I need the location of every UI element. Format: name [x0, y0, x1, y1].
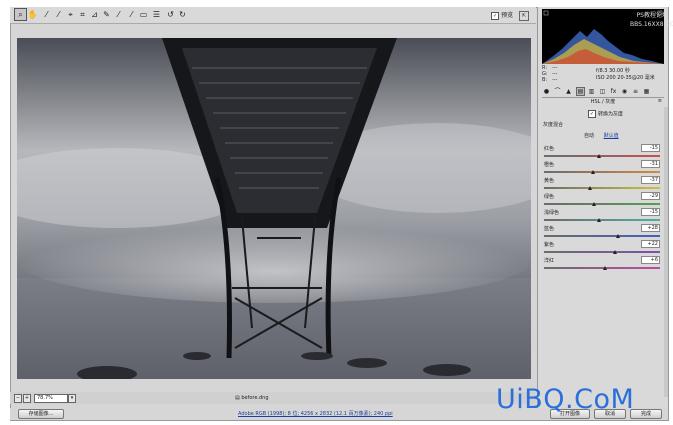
slider-value-input[interactable]: -15 [641, 144, 660, 152]
zoom-out-button[interactable]: − [14, 394, 22, 403]
zoom-in-button[interactable]: + [23, 394, 31, 403]
done-button[interactable]: 完成 [630, 409, 662, 419]
iso-info: ISO 200 20-35@20 毫米 [596, 75, 655, 81]
slider-track[interactable] [544, 219, 660, 221]
mix-tabs: 自动 默认值 [584, 132, 627, 139]
slider-track[interactable] [544, 235, 660, 237]
workflow-options-link[interactable]: Adobe RGB (1998); 8 位; 4256 x 2832 (12.1… [238, 410, 393, 417]
crop-icon[interactable]: ⌗ [77, 9, 88, 20]
section-title-label: HSL / 灰度 [590, 99, 616, 105]
slider-value-input[interactable]: -15 [641, 208, 660, 216]
slider-label: 洋红 [544, 258, 555, 264]
lens-icon[interactable]: ◫ [599, 88, 606, 95]
slider-thumb[interactable] [596, 218, 601, 222]
slider-label: 红色 [544, 146, 555, 152]
slider-thumb[interactable] [596, 154, 601, 158]
slider-track[interactable] [544, 171, 660, 173]
slider-track[interactable] [544, 187, 660, 189]
slider-track[interactable] [544, 251, 660, 253]
rotate-cw-icon[interactable]: ↻ [177, 9, 188, 20]
convert-gray-label: 转换为灰度 [598, 111, 624, 118]
presets-icon[interactable]: ≡ [632, 88, 639, 95]
slider-value-input[interactable]: +22 [641, 240, 660, 248]
eyedropper-icon[interactable]: ⁄ [41, 9, 52, 20]
slider-track[interactable] [544, 203, 660, 205]
slider-label: 浅绿色 [544, 210, 560, 216]
split-toning-icon[interactable]: ▥ [588, 88, 595, 95]
panel-tabs: ● ⌒ ▲ ▤ ▥ ◫ fx ◉ ≡ ▦ [542, 87, 664, 98]
slider-label: 橙色 [544, 162, 555, 168]
pier-photo [17, 38, 531, 379]
red-eye-icon[interactable]: ⁄ [113, 9, 124, 20]
zoom-dropdown-icon[interactable]: ▾ [68, 394, 76, 403]
uibq-watermark: UiBQ.CoM [496, 384, 635, 415]
slider-track[interactable] [544, 155, 660, 157]
slider-thumb[interactable] [588, 186, 593, 190]
checkbox-icon: ✓ [588, 110, 596, 118]
site-watermark-line2: BBS.16XX8.COM [630, 21, 673, 28]
panel-menu-icon[interactable]: ≡ [658, 98, 662, 104]
color-sampler-icon[interactable]: ⁄ [53, 9, 64, 20]
status-bar: − + 78.7% ▾ ▤ before.dng [10, 392, 536, 404]
hsl-icon[interactable]: ▤ [576, 87, 585, 96]
straighten-icon[interactable]: ⊿ [89, 9, 100, 20]
preferences-icon[interactable]: ☰ [151, 9, 162, 20]
file-name: ▤ before.dng [235, 395, 269, 401]
tone-curve-icon[interactable]: ⌒ [554, 88, 561, 95]
file-icon: ▤ [235, 395, 240, 401]
b-value: --- [552, 77, 558, 83]
slider-thumb[interactable] [616, 234, 621, 238]
settings-panel: PS教程论坛 BBS.16XX8.COM R: --- G: --- B: --… [537, 7, 673, 408]
b-label: B: [542, 77, 548, 83]
slider-value-input[interactable]: -37 [641, 176, 660, 184]
slider-thumb[interactable] [591, 202, 596, 206]
exposure-info: f/8.3 30.00 秒 [596, 68, 630, 74]
slider-label: 蓝色 [544, 226, 555, 232]
toolbar: ⌕ ✋ ⁄ ⁄ ⌖ ⌗ ⊿ ✎ ⁄ ⁄ ▭ ☰ ↺ ↻ ✓ 预览 ⇱ [10, 7, 536, 24]
section-title: HSL / 灰度 ≡ [538, 98, 668, 105]
auto-link[interactable]: 自动 [584, 133, 594, 139]
spot-removal-icon[interactable]: ✎ [101, 9, 112, 20]
fullscreen-icon[interactable]: ⇱ [519, 10, 529, 21]
convert-gray-checkbox[interactable]: ✓ 转换为灰度 [588, 110, 623, 118]
preview-checkbox[interactable]: ✓ 预览 ⇱ [491, 10, 529, 21]
slider-label: 黄色 [544, 178, 555, 184]
slider-thumb[interactable] [590, 170, 595, 174]
panel-scrollbar[interactable] [664, 107, 668, 397]
histogram: PS教程论坛 BBS.16XX8.COM [542, 9, 673, 64]
hand-icon[interactable]: ✋ [27, 9, 38, 20]
graduated-filter-icon[interactable]: ▭ [138, 9, 149, 20]
default-link[interactable]: 默认值 [604, 133, 619, 139]
camera-calibration-icon[interactable]: ◉ [621, 88, 628, 95]
slider-row: 洋红 +6 [544, 256, 664, 275]
site-watermark-line1: PS教程论坛 [636, 12, 668, 19]
slider-track[interactable] [544, 267, 660, 269]
slider-label: 绿色 [544, 194, 555, 200]
detail-icon[interactable]: ▲ [565, 88, 572, 95]
slider-thumb[interactable] [603, 266, 608, 270]
slider-value-input[interactable]: +28 [641, 224, 660, 232]
slider-value-input[interactable]: -31 [641, 160, 660, 168]
rotate-ccw-icon[interactable]: ↺ [165, 9, 176, 20]
effects-icon[interactable]: fx [610, 88, 617, 95]
slider-label: 紫色 [544, 242, 555, 248]
adjustment-brush-icon[interactable]: ⁄ [126, 9, 137, 20]
zoom-icon[interactable]: ⌕ [14, 8, 27, 21]
slider-value-input[interactable]: -29 [641, 192, 660, 200]
target-adjust-icon[interactable]: ⌖ [65, 9, 76, 20]
slider-thumb[interactable] [612, 250, 617, 254]
file-name-label: before.dng [241, 395, 269, 401]
slider-value-input[interactable]: +6 [641, 256, 660, 264]
image-preview[interactable] [17, 38, 531, 379]
mix-heading: 灰度混合 [543, 122, 564, 128]
basic-icon[interactable]: ● [543, 88, 550, 95]
site-watermark: PS教程论坛 BBS.16XX8.COM [630, 11, 673, 29]
checkbox-icon: ✓ [491, 11, 500, 20]
zoom-level-select[interactable]: 78.7% [34, 394, 68, 403]
snapshots-icon[interactable]: ▦ [643, 88, 650, 95]
preview-label: 预览 [501, 12, 514, 19]
save-image-button[interactable]: 存储图像... [18, 409, 64, 419]
